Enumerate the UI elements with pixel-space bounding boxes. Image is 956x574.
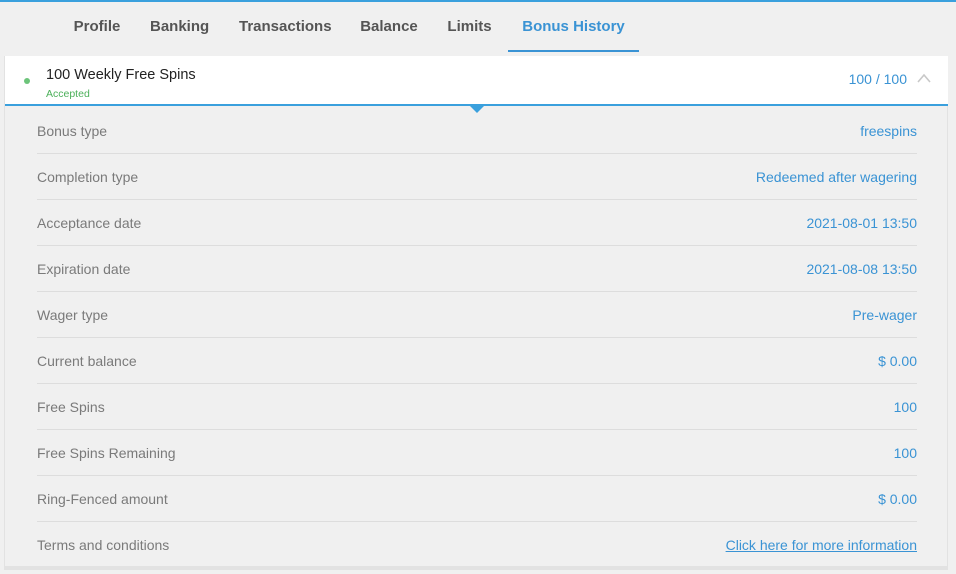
tab-profile[interactable]: Profile [73, 2, 121, 52]
detail-value: Redeemed after wagering [755, 169, 917, 185]
detail-row-current-balance: Current balance $ 0.00 [37, 338, 917, 384]
detail-value: $ 0.00 [878, 491, 917, 507]
tab-limits[interactable]: Limits [447, 2, 492, 52]
detail-label: Expiration date [37, 261, 131, 277]
detail-value: freespins [860, 123, 917, 139]
detail-row-free-spins-remaining: Free Spins Remaining 100 [37, 430, 917, 476]
bonus-title: 100 Weekly Free Spins [46, 67, 196, 83]
bonus-details: Bonus type freespins Completion type Red… [37, 108, 917, 568]
detail-value: Pre-wager [852, 307, 917, 323]
tab-balance[interactable]: Balance [360, 2, 418, 52]
detail-row-expiration-date: Expiration date 2021-08-08 13:50 [37, 246, 917, 292]
bonus-card: 100 Weekly Free Spins Accepted 100 / 100… [4, 56, 948, 570]
chevron-up-icon[interactable] [916, 71, 932, 85]
bonus-card-header[interactable]: 100 Weekly Free Spins Accepted 100 / 100 [5, 56, 948, 106]
bonus-history-page: Profile Banking Transactions Balance Lim… [0, 0, 956, 574]
detail-row-ring-fenced-amount: Ring-Fenced amount $ 0.00 [37, 476, 917, 522]
detail-value: $ 0.00 [878, 353, 917, 369]
terms-link[interactable]: Click here for more information [726, 522, 917, 568]
tab-bonus-history[interactable]: Bonus History [508, 2, 639, 52]
account-tabs: Profile Banking Transactions Balance Lim… [0, 2, 956, 54]
status-dot-icon [24, 78, 30, 84]
detail-row-bonus-type: Bonus type freespins [37, 108, 917, 154]
detail-label: Wager type [37, 307, 109, 323]
card-bottom-border [5, 566, 948, 570]
detail-value: 100 [893, 399, 917, 415]
detail-row-wager-type: Wager type Pre-wager [37, 292, 917, 338]
tab-transactions[interactable]: Transactions [239, 2, 332, 52]
detail-label: Bonus type [37, 123, 108, 139]
detail-value: 2021-08-08 13:50 [806, 261, 917, 277]
bonus-progress: 100 / 100 [848, 71, 907, 87]
detail-row-completion-type: Completion type Redeemed after wagering [37, 154, 917, 200]
detail-label: Ring-Fenced amount [37, 491, 168, 507]
detail-label: Current balance [37, 353, 137, 369]
detail-row-free-spins: Free Spins 100 [37, 384, 917, 430]
detail-value: 2021-08-01 13:50 [806, 215, 917, 231]
tab-banking[interactable]: Banking [150, 2, 209, 52]
detail-label: Completion type [37, 169, 139, 185]
detail-value: 100 [893, 445, 917, 461]
detail-label: Free Spins [37, 399, 105, 415]
detail-label: Acceptance date [37, 215, 142, 231]
detail-row-terms: Terms and conditions Click here for more… [37, 522, 917, 568]
detail-label: Free Spins Remaining [37, 445, 176, 461]
active-tab-indicator [508, 50, 639, 52]
bonus-status: Accepted [46, 88, 90, 100]
detail-row-acceptance-date: Acceptance date 2021-08-01 13:50 [37, 200, 917, 246]
detail-label: Terms and conditions [37, 537, 170, 553]
